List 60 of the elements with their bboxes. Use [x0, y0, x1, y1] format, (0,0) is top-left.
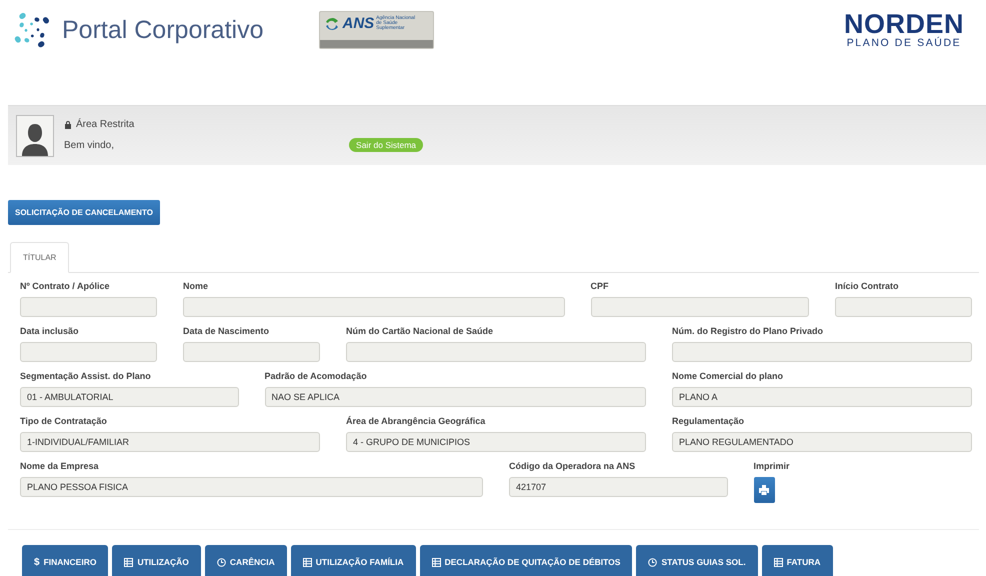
input-field[interactable]: 1-INDIVIDUAL/FAMILIAR	[20, 432, 320, 452]
input-field[interactable]: PLANO PESSOA FISICA	[20, 477, 483, 497]
input-field[interactable]: 421707	[509, 477, 728, 497]
greeting-text: Bem vindo,	[64, 140, 114, 150]
input-field[interactable]	[590, 297, 809, 317]
input-field[interactable]: PLANO A	[672, 387, 972, 407]
input-field[interactable]	[20, 297, 157, 317]
field-label: Nome Comercial do plano	[672, 371, 784, 382]
portal-title: Portal Corporativo	[62, 16, 264, 44]
section-tab[interactable]: UTILIZAÇÃO	[112, 545, 201, 576]
field-label: Data de Nascimento	[183, 326, 270, 337]
table-icon	[774, 558, 783, 566]
section-tab[interactable]: UTILIZAÇÃO FAMÍLIA	[290, 545, 416, 576]
field-label: Nome da Empresa	[20, 461, 100, 472]
clock-icon	[216, 558, 226, 566]
field-label: Segmentação Assist. do Plano	[20, 371, 152, 382]
field-label: Código da Operadora na ANS	[509, 461, 636, 472]
section-tab[interactable]: DECLARAÇÃO DE QUITAÇÃO DE DÉBITOS	[420, 545, 632, 576]
field-label: Regulamentação	[672, 416, 746, 427]
dollar-sign-icon: $	[34, 556, 40, 568]
section-tab[interactable]: STATUS GUIAS SOL.	[636, 545, 758, 576]
table-icon	[432, 558, 441, 566]
table-icon	[124, 558, 134, 566]
field-label: Padrão de Acomodação	[264, 371, 368, 382]
lock-icon	[64, 120, 72, 129]
field-label: Início Contrato	[835, 281, 900, 292]
ans-arrows-icon	[324, 16, 340, 32]
input-field[interactable]: NAO SE APLICA	[264, 387, 646, 407]
input-field[interactable]: PLANO REGULAMENTADO	[672, 432, 972, 452]
field-label: Nome	[183, 281, 210, 292]
field-label: Área de Abrangência Geográfica	[346, 416, 486, 427]
input-field[interactable]	[183, 342, 320, 362]
field-label: Núm. do Registro do Plano Privado	[672, 326, 824, 337]
brand-name: NORDEN	[844, 11, 964, 37]
input-field[interactable]	[835, 297, 972, 317]
field-label: CPF	[590, 281, 610, 292]
section-tab[interactable]: $ FINANCEIRO	[22, 545, 108, 576]
field-label: Data inclusão	[20, 326, 80, 337]
print-button[interactable]	[754, 477, 774, 503]
input-field[interactable]	[672, 342, 972, 362]
field-label: Nº Contrato / Apólice	[20, 281, 110, 292]
input-field[interactable]: 4 - GRUPO DE MUNICIPIOS	[346, 432, 646, 452]
table-icon	[302, 558, 312, 566]
input-field[interactable]: 01 - AMBULATORIAL	[20, 387, 238, 407]
printer-icon	[759, 485, 769, 495]
cancellation-request-button[interactable]: SOLICITAÇÃO DE CANCELAMENTO	[8, 200, 160, 225]
section-tab[interactable]: CARÊNCIA	[204, 545, 287, 576]
area-label: Área Restrita	[76, 119, 134, 130]
section-tab[interactable]: FATURA	[762, 545, 833, 576]
clock-icon	[648, 558, 658, 566]
brand-tagline: PLANO DE SAÚDE	[846, 37, 962, 49]
person-silhouette-icon	[20, 122, 50, 156]
field-label: Núm do Cartão Nacional de Saúde	[346, 326, 494, 337]
input-field[interactable]	[20, 342, 157, 362]
field-label: Imprimir	[754, 461, 791, 472]
input-field[interactable]	[346, 342, 646, 362]
field-label: Tipo de Contratação	[20, 416, 108, 427]
input-field[interactable]	[183, 297, 564, 317]
ans-acronym: ANS	[342, 15, 374, 32]
tab[interactable]: TÍTULAR	[10, 242, 70, 273]
